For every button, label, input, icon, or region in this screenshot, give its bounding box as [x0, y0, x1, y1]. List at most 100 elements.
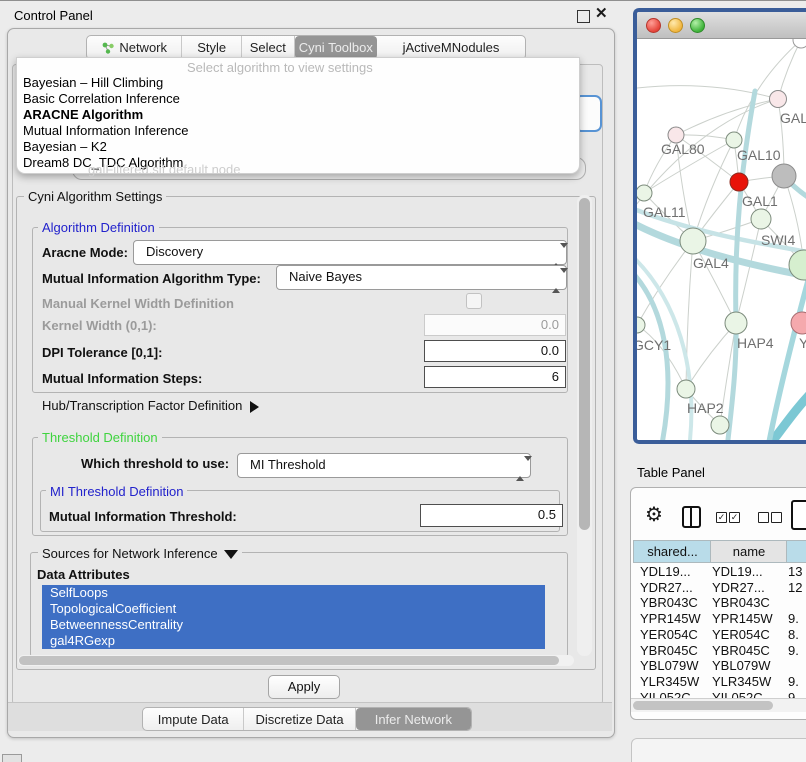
- tab-style[interactable]: Style: [182, 36, 242, 59]
- mi-algorithm-type-label: Mutual Information Algorithm Type:: [42, 271, 261, 286]
- network-node-gal11[interactable]: [637, 185, 652, 201]
- column-header-name[interactable]: name: [710, 540, 788, 563]
- tab-cyni-toolbox[interactable]: Cyni Toolbox: [295, 36, 377, 59]
- network-node-gal10[interactable]: [726, 132, 742, 148]
- select-all-checks-icon[interactable]: ✓: [716, 512, 727, 523]
- attribute-item-gal4rgexp[interactable]: gal4RGexp: [42, 633, 545, 649]
- data-attributes-list: SelfLoopsTopologicalCoefficientBetweenne…: [42, 585, 545, 651]
- float-window-icon[interactable]: [577, 10, 590, 23]
- expand-right-icon: [250, 401, 259, 413]
- table-cell: YBR043C: [640, 595, 698, 610]
- algorithm-option-bayesian-k2[interactable]: Bayesian – K2: [17, 139, 579, 155]
- network-node-label: GAL11: [643, 204, 686, 220]
- table-row[interactable]: YLR345WYLR345W9.: [631, 673, 806, 689]
- algorithm-option-bayesian-hill-climbing[interactable]: Bayesian – Hill Climbing: [17, 75, 579, 91]
- minimize-traffic-light[interactable]: [668, 18, 683, 33]
- combo-stepper-icon: [552, 270, 560, 291]
- column-header-shared[interactable]: shared...: [633, 540, 712, 563]
- select-all-checks-icon[interactable]: ✓: [729, 512, 740, 523]
- table-cell: 9.: [788, 611, 799, 626]
- hub-definition-toggle[interactable]: Hub/Transcription Factor Definition: [42, 398, 259, 413]
- tab-infer-network[interactable]: Infer Network: [356, 708, 471, 730]
- which-threshold-label: Which threshold to use:: [81, 456, 229, 471]
- mi-threshold-field[interactable]: 0.5: [420, 504, 563, 527]
- settings-vertical-scrollbar-thumb[interactable]: [579, 198, 590, 530]
- algorithm-option-mutual-information-inference[interactable]: Mutual Information Inference: [17, 123, 579, 139]
- network-icon: [101, 41, 114, 54]
- table-row[interactable]: YBR043C YBR043C: [631, 594, 806, 610]
- zoom-traffic-light[interactable]: [690, 18, 705, 33]
- attribute-item-selfloops[interactable]: SelfLoops: [42, 585, 545, 601]
- table-cell: YBL079W: [712, 658, 771, 673]
- network-node[interactable]: [711, 416, 729, 434]
- document-icon[interactable]: [791, 500, 806, 530]
- attribute-item-betweennesscentrality[interactable]: BetweennessCentrality: [42, 617, 545, 633]
- close-traffic-light[interactable]: [646, 18, 661, 33]
- table-row[interactable]: YDR27...YDR27...12: [631, 579, 806, 595]
- tab-jactivemnodules[interactable]: jActiveMNodules: [377, 36, 525, 59]
- table-row[interactable]: YER054CYER054C8.: [631, 626, 806, 642]
- table-horizontal-scrollbar[interactable]: [631, 698, 806, 712]
- tab-jactivemnodules-label: jActiveMNodules: [403, 40, 500, 55]
- table-cell: 13: [788, 564, 802, 579]
- algorithm-dropdown-placeholder: Select algorithm to view settings: [187, 60, 373, 75]
- network-node-label: SWI4: [761, 232, 795, 248]
- column-header-2[interactable]: [786, 540, 806, 563]
- table-cell: YBR043C: [712, 595, 770, 610]
- table-row[interactable]: YBL079WYBL079W: [631, 657, 806, 673]
- table-row[interactable]: YPR145WYPR145W9.: [631, 610, 806, 626]
- table-row[interactable]: YDL19...YDL19...13: [631, 563, 806, 579]
- tab-select[interactable]: Select: [242, 36, 295, 59]
- mi-algorithm-type-combo[interactable]: Naive Bayes: [276, 265, 567, 290]
- network-node-hap2[interactable]: [677, 380, 695, 398]
- collapsed-panel-icon[interactable]: [2, 754, 22, 762]
- close-icon[interactable]: ✕: [595, 4, 608, 22]
- table-row[interactable]: YBR045CYBR045C9.: [631, 642, 806, 658]
- settings-gear-icon[interactable]: ⚙: [645, 502, 663, 527]
- settings-vertical-scrollbar[interactable]: [577, 195, 592, 656]
- algorithm-option-aracne-algorithm[interactable]: ARACNE Algorithm: [17, 107, 579, 123]
- kernel-width-field: 0.0: [424, 314, 566, 336]
- tab-discretize-data[interactable]: Discretize Data: [244, 708, 355, 730]
- network-view-window[interactable]: GALGAL80GAL10GAL1GAL11SWI4GAL4GCY1HAP4YH…: [633, 8, 806, 444]
- table-cell: YDL19...: [712, 564, 763, 579]
- network-node-gal[interactable]: [770, 91, 787, 108]
- tab-style-label: Style: [197, 40, 226, 55]
- network-node-label: GAL1: [742, 193, 778, 209]
- network-edge: [686, 323, 736, 389]
- network-node-swi4[interactable]: [751, 209, 771, 229]
- tab-network[interactable]: Network: [87, 36, 182, 59]
- network-node[interactable]: [772, 164, 796, 188]
- combo-stepper-icon: [516, 458, 524, 479]
- tab-impute-data[interactable]: Impute Data: [143, 708, 244, 730]
- mi-threshold-label: Mutual Information Threshold:: [49, 509, 237, 524]
- mi-steps-field[interactable]: 6: [424, 366, 566, 388]
- network-default-combo-value: galFiltered.sif default node: [88, 162, 240, 177]
- algorithm-dropdown-list: Bayesian – Hill ClimbingBasic Correlatio…: [17, 75, 579, 171]
- clear-checks-icon[interactable]: [758, 512, 769, 523]
- apply-button[interactable]: Apply: [268, 675, 340, 699]
- dpi-tolerance-field[interactable]: 0.0: [424, 340, 566, 362]
- network-node-gal4[interactable]: [680, 228, 706, 254]
- network-graph: GALGAL80GAL10GAL1GAL11SWI4GAL4GCY1HAP4YH…: [637, 39, 806, 441]
- tab-discretize-data-label: Discretize Data: [255, 712, 343, 727]
- which-threshold-combo[interactable]: MI Threshold: [237, 453, 531, 478]
- network-node-hap4[interactable]: [725, 312, 747, 334]
- column-layout-icon[interactable]: [682, 506, 701, 528]
- manual-kernel-width-checkbox: [466, 293, 482, 309]
- settings-horizontal-scrollbar-thumb[interactable]: [19, 656, 559, 665]
- network-window-titlebar[interactable]: [637, 12, 806, 39]
- aracne-mode-combo[interactable]: Discovery: [133, 240, 567, 265]
- network-node-label: HAP2: [687, 400, 724, 416]
- algorithm-dropdown[interactable]: Select algorithm to view settings Bayesi…: [16, 57, 580, 174]
- settings-horizontal-scrollbar[interactable]: [18, 655, 574, 666]
- attribute-item-topologicalcoefficient[interactable]: TopologicalCoefficient: [42, 601, 545, 617]
- table-horizontal-scrollbar-thumb[interactable]: [633, 701, 773, 710]
- network-node[interactable]: [793, 39, 806, 48]
- clear-checks-icon[interactable]: [771, 512, 782, 523]
- network-node-gal1[interactable]: [730, 173, 748, 191]
- table-cell: YPR145W: [712, 611, 773, 626]
- network-canvas[interactable]: GALGAL80GAL10GAL1GAL11SWI4GAL4GCY1HAP4YH…: [637, 39, 806, 441]
- algorithm-option-basic-correlation-inference[interactable]: Basic Correlation Inference: [17, 91, 579, 107]
- sources-group-title[interactable]: Sources for Network Inference: [38, 546, 242, 561]
